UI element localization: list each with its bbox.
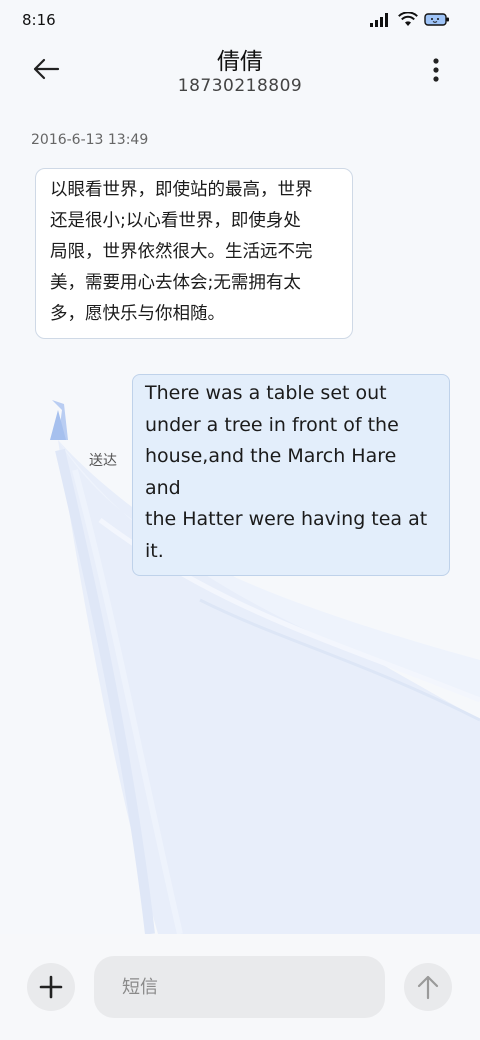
message-line: 多，愿快乐与你相随。 (50, 304, 225, 324)
conversation-header: 倩倩 18730218809 (0, 40, 480, 102)
plus-icon (39, 975, 63, 999)
contact-number: 18730218809 (177, 76, 303, 96)
more-vertical-icon (433, 58, 439, 82)
message-timestamp: 2016-6-13 13:49 (31, 132, 149, 148)
more-options-button[interactable] (426, 57, 446, 83)
message-line: house,and the March Hare and (145, 445, 397, 499)
status-bar: 8:16 (0, 0, 480, 40)
contact-name: 倩倩 (217, 49, 263, 75)
send-button[interactable] (404, 963, 452, 1011)
sms-input[interactable] (94, 956, 385, 1018)
message-line: 美，需要用心去体会;无需拥有太 (50, 273, 301, 293)
outgoing-message-bubble[interactable]: There was a table set out under a tree i… (132, 374, 450, 576)
message-line: it. (145, 539, 164, 562)
arrow-up-icon (417, 975, 439, 1000)
message-line: 局限，世界依然很大。生活远不完 (50, 242, 313, 262)
status-icons (370, 12, 450, 27)
add-attachment-button[interactable] (27, 963, 75, 1011)
message-line: the Hatter were having tea at (145, 508, 428, 530)
status-time: 8:16 (22, 11, 56, 29)
message-composer (0, 934, 480, 1040)
wifi-icon (398, 12, 418, 26)
battery-icon (424, 13, 449, 26)
message-line: under a tree in front of the (145, 413, 399, 436)
signal-icon (370, 12, 388, 27)
delivery-status: 送达 (89, 453, 117, 469)
message-line: 以眼看世界，即使站的最高，世界 (50, 180, 313, 200)
incoming-message-bubble[interactable]: 以眼看世界，即使站的最高，世界 还是很小;以心看世界，即使身处 局限，世界依然很… (35, 168, 353, 339)
message-line: There was a table set out (145, 382, 387, 404)
message-line: 还是很小;以心看世界，即使身处 (50, 211, 301, 231)
